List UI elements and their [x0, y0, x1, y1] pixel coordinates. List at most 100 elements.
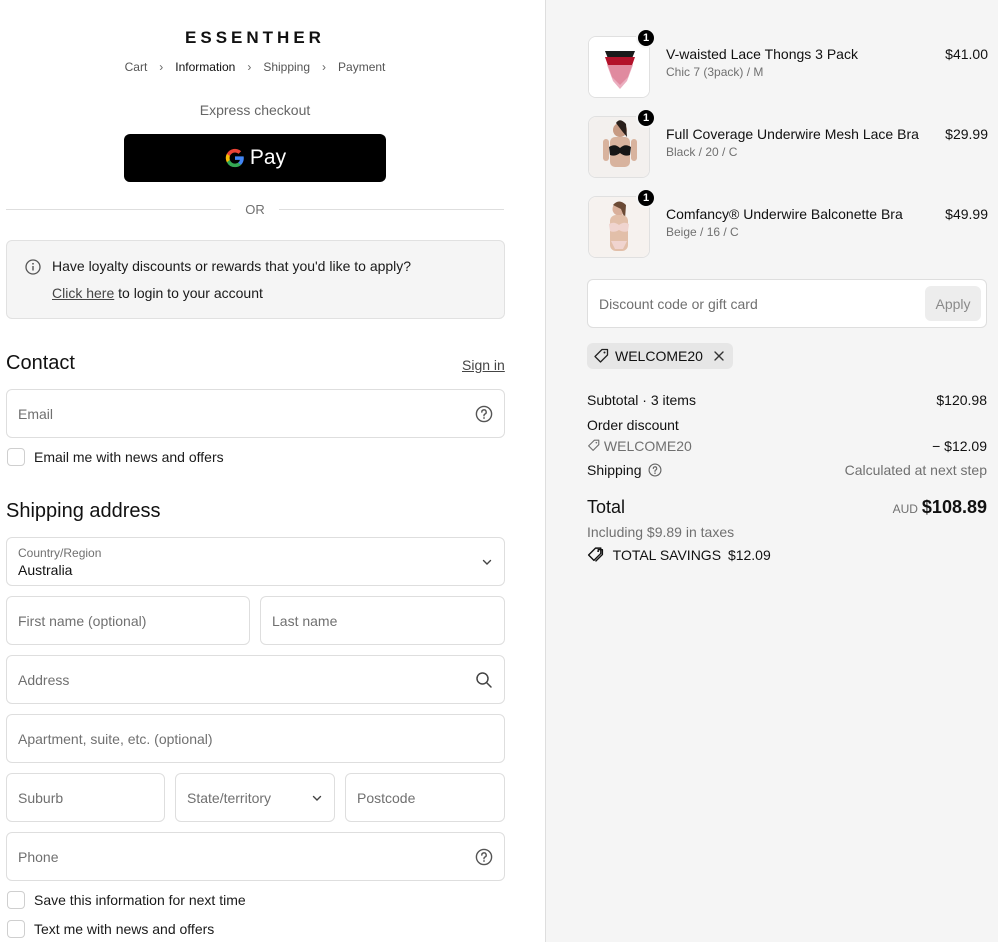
last-name-placeholder: Last name: [272, 613, 338, 629]
shipping-address-heading: Shipping address: [6, 500, 161, 522]
address-field[interactable]: Address: [6, 655, 505, 704]
first-name-field[interactable]: First name (optional): [6, 596, 250, 645]
taxes-note: Including $9.89 in taxes: [587, 524, 735, 540]
contact-heading: Contact: [6, 352, 75, 374]
remove-discount-icon[interactable]: [713, 350, 725, 362]
chevron-right-icon: ›: [322, 60, 327, 74]
total-savings-row: TOTAL SAVINGS $12.09: [587, 546, 987, 563]
google-pay-label: Pay: [249, 146, 287, 169]
quantity-badge: 1: [636, 28, 656, 48]
breadcrumb-cart[interactable]: Cart: [123, 60, 150, 74]
discount-value: − $12.09: [932, 438, 987, 454]
loyalty-banner: Have loyalty discounts or rewards that y…: [6, 240, 505, 319]
save-info-checkbox[interactable]: [7, 891, 25, 909]
loyalty-login-line: Click here to login to your account: [52, 285, 263, 301]
phone-placeholder: Phone: [18, 849, 59, 865]
discount-code-text: WELCOME20: [603, 438, 692, 454]
shipping-row: Shipping Calculated at next step: [587, 462, 987, 478]
help-circle-icon[interactable]: [475, 405, 493, 423]
cart-item: 1 V-waisted Lace Thongs 3 Pack Chic 7 (3…: [588, 28, 988, 100]
order-discount-label: Order discount: [587, 417, 679, 433]
loyalty-login-link[interactable]: Click here: [52, 285, 114, 301]
postcode-field[interactable]: Postcode: [345, 773, 505, 822]
first-name-placeholder: First name (optional): [18, 613, 147, 629]
quantity-badge: 1: [636, 108, 656, 128]
product-variant: Beige / 16 / C: [666, 225, 739, 239]
product-price: $49.99: [945, 206, 988, 222]
shipping-label: Shipping: [587, 462, 642, 478]
phone-field[interactable]: Phone: [6, 832, 505, 881]
save-info-checkbox-row[interactable]: Save this information for next time: [7, 891, 246, 909]
discount-placeholder: Discount code or gift card: [599, 296, 758, 312]
or-divider: OR: [6, 202, 504, 217]
tag-icon: [594, 348, 609, 363]
loyalty-login-suffix: to login to your account: [114, 285, 263, 301]
order-summary-panel: 1 V-waisted Lace Thongs 3 Pack Chic 7 (3…: [545, 0, 998, 942]
total-label: Total: [587, 497, 626, 517]
product-name: V-waisted Lace Thongs 3 Pack: [666, 46, 858, 62]
email-news-checkbox[interactable]: [7, 448, 25, 466]
order-discount-row: Order discount: [587, 417, 987, 433]
divider-line: [278, 209, 504, 210]
or-label: OR: [245, 202, 265, 217]
text-news-checkbox-row[interactable]: Text me with news and offers: [7, 920, 214, 938]
email-field[interactable]: Email: [6, 389, 505, 438]
cart-item: 1 Full Coverage Underwire Mesh Lace Bra …: [588, 108, 988, 180]
subtotal-items: · 3 items: [642, 392, 696, 408]
last-name-field[interactable]: Last name: [260, 596, 505, 645]
suburb-placeholder: Suburb: [18, 790, 64, 806]
sign-in-link[interactable]: Sign in: [462, 357, 505, 373]
product-name: Full Coverage Underwire Mesh Lace Bra: [666, 126, 919, 142]
apartment-placeholder: Apartment, suite, etc. (optional): [18, 731, 213, 747]
product-price: $29.99: [945, 126, 988, 142]
product-variant: Chic 7 (3pack) / M: [666, 65, 764, 79]
breadcrumb-information: Information: [175, 60, 236, 74]
quantity-badge: 1: [636, 188, 656, 208]
help-circle-icon[interactable]: [475, 848, 493, 866]
suburb-field[interactable]: Suburb: [6, 773, 165, 822]
postcode-placeholder: Postcode: [357, 790, 416, 806]
express-checkout-label: Express checkout: [199, 102, 311, 118]
total-amount: AUD $108.89: [893, 497, 987, 518]
divider-line: [6, 209, 232, 210]
product-variant: Black / 20 / C: [666, 145, 738, 159]
apartment-field[interactable]: Apartment, suite, etc. (optional): [6, 714, 505, 763]
shipping-value: Calculated at next step: [844, 462, 987, 478]
currency-code: AUD: [892, 502, 918, 516]
state-placeholder: State/territory: [187, 790, 272, 806]
save-info-label: Save this information for next time: [34, 892, 246, 908]
brand-logo[interactable]: ESSENTHER: [0, 28, 510, 48]
email-news-label: Email me with news and offers: [34, 449, 224, 465]
breadcrumb-shipping: Shipping: [263, 60, 311, 74]
total-savings-label: TOTAL SAVINGS: [612, 547, 722, 563]
chevron-right-icon: ›: [159, 60, 164, 74]
discount-code-row: WELCOME20 − $12.09: [587, 438, 987, 454]
chevron-down-icon: [482, 559, 492, 565]
total-value: $108.89: [921, 497, 987, 517]
chevron-right-icon: ›: [247, 60, 252, 74]
google-pay-button[interactable]: Pay: [124, 134, 386, 182]
google-g-icon: [225, 148, 244, 168]
discount-code-input[interactable]: Discount code or gift card Apply: [587, 279, 987, 328]
applied-discount-code: WELCOME20: [615, 348, 703, 364]
text-news-checkbox[interactable]: [7, 920, 25, 938]
total-row: Total AUD $108.89: [587, 497, 987, 518]
state-select[interactable]: State/territory: [175, 773, 335, 822]
tag-icon: [588, 439, 600, 451]
country-select[interactable]: Country/Region Australia: [6, 537, 505, 586]
subtotal-value: $120.98: [936, 392, 987, 408]
breadcrumb: Cart › Information › Shipping › Payment: [0, 60, 510, 74]
search-icon: [476, 672, 492, 688]
total-savings-value: $12.09: [727, 547, 771, 563]
apply-discount-button[interactable]: Apply: [925, 286, 981, 321]
help-circle-icon[interactable]: [648, 463, 662, 477]
email-news-checkbox-row[interactable]: Email me with news and offers: [7, 448, 224, 466]
checkout-form-panel: ESSENTHER Cart › Information › Shipping …: [0, 0, 545, 942]
country-label: Country/Region: [18, 546, 102, 560]
country-value: Australia: [18, 562, 73, 578]
subtotal-label: Subtotal: [587, 392, 639, 408]
cart-item: 1 Comfancy® Underwire Balconette Bra Bei…: [588, 188, 988, 260]
product-price: $41.00: [945, 46, 988, 62]
chevron-down-icon: [312, 795, 322, 801]
loyalty-question: Have loyalty discounts or rewards that y…: [52, 258, 412, 274]
